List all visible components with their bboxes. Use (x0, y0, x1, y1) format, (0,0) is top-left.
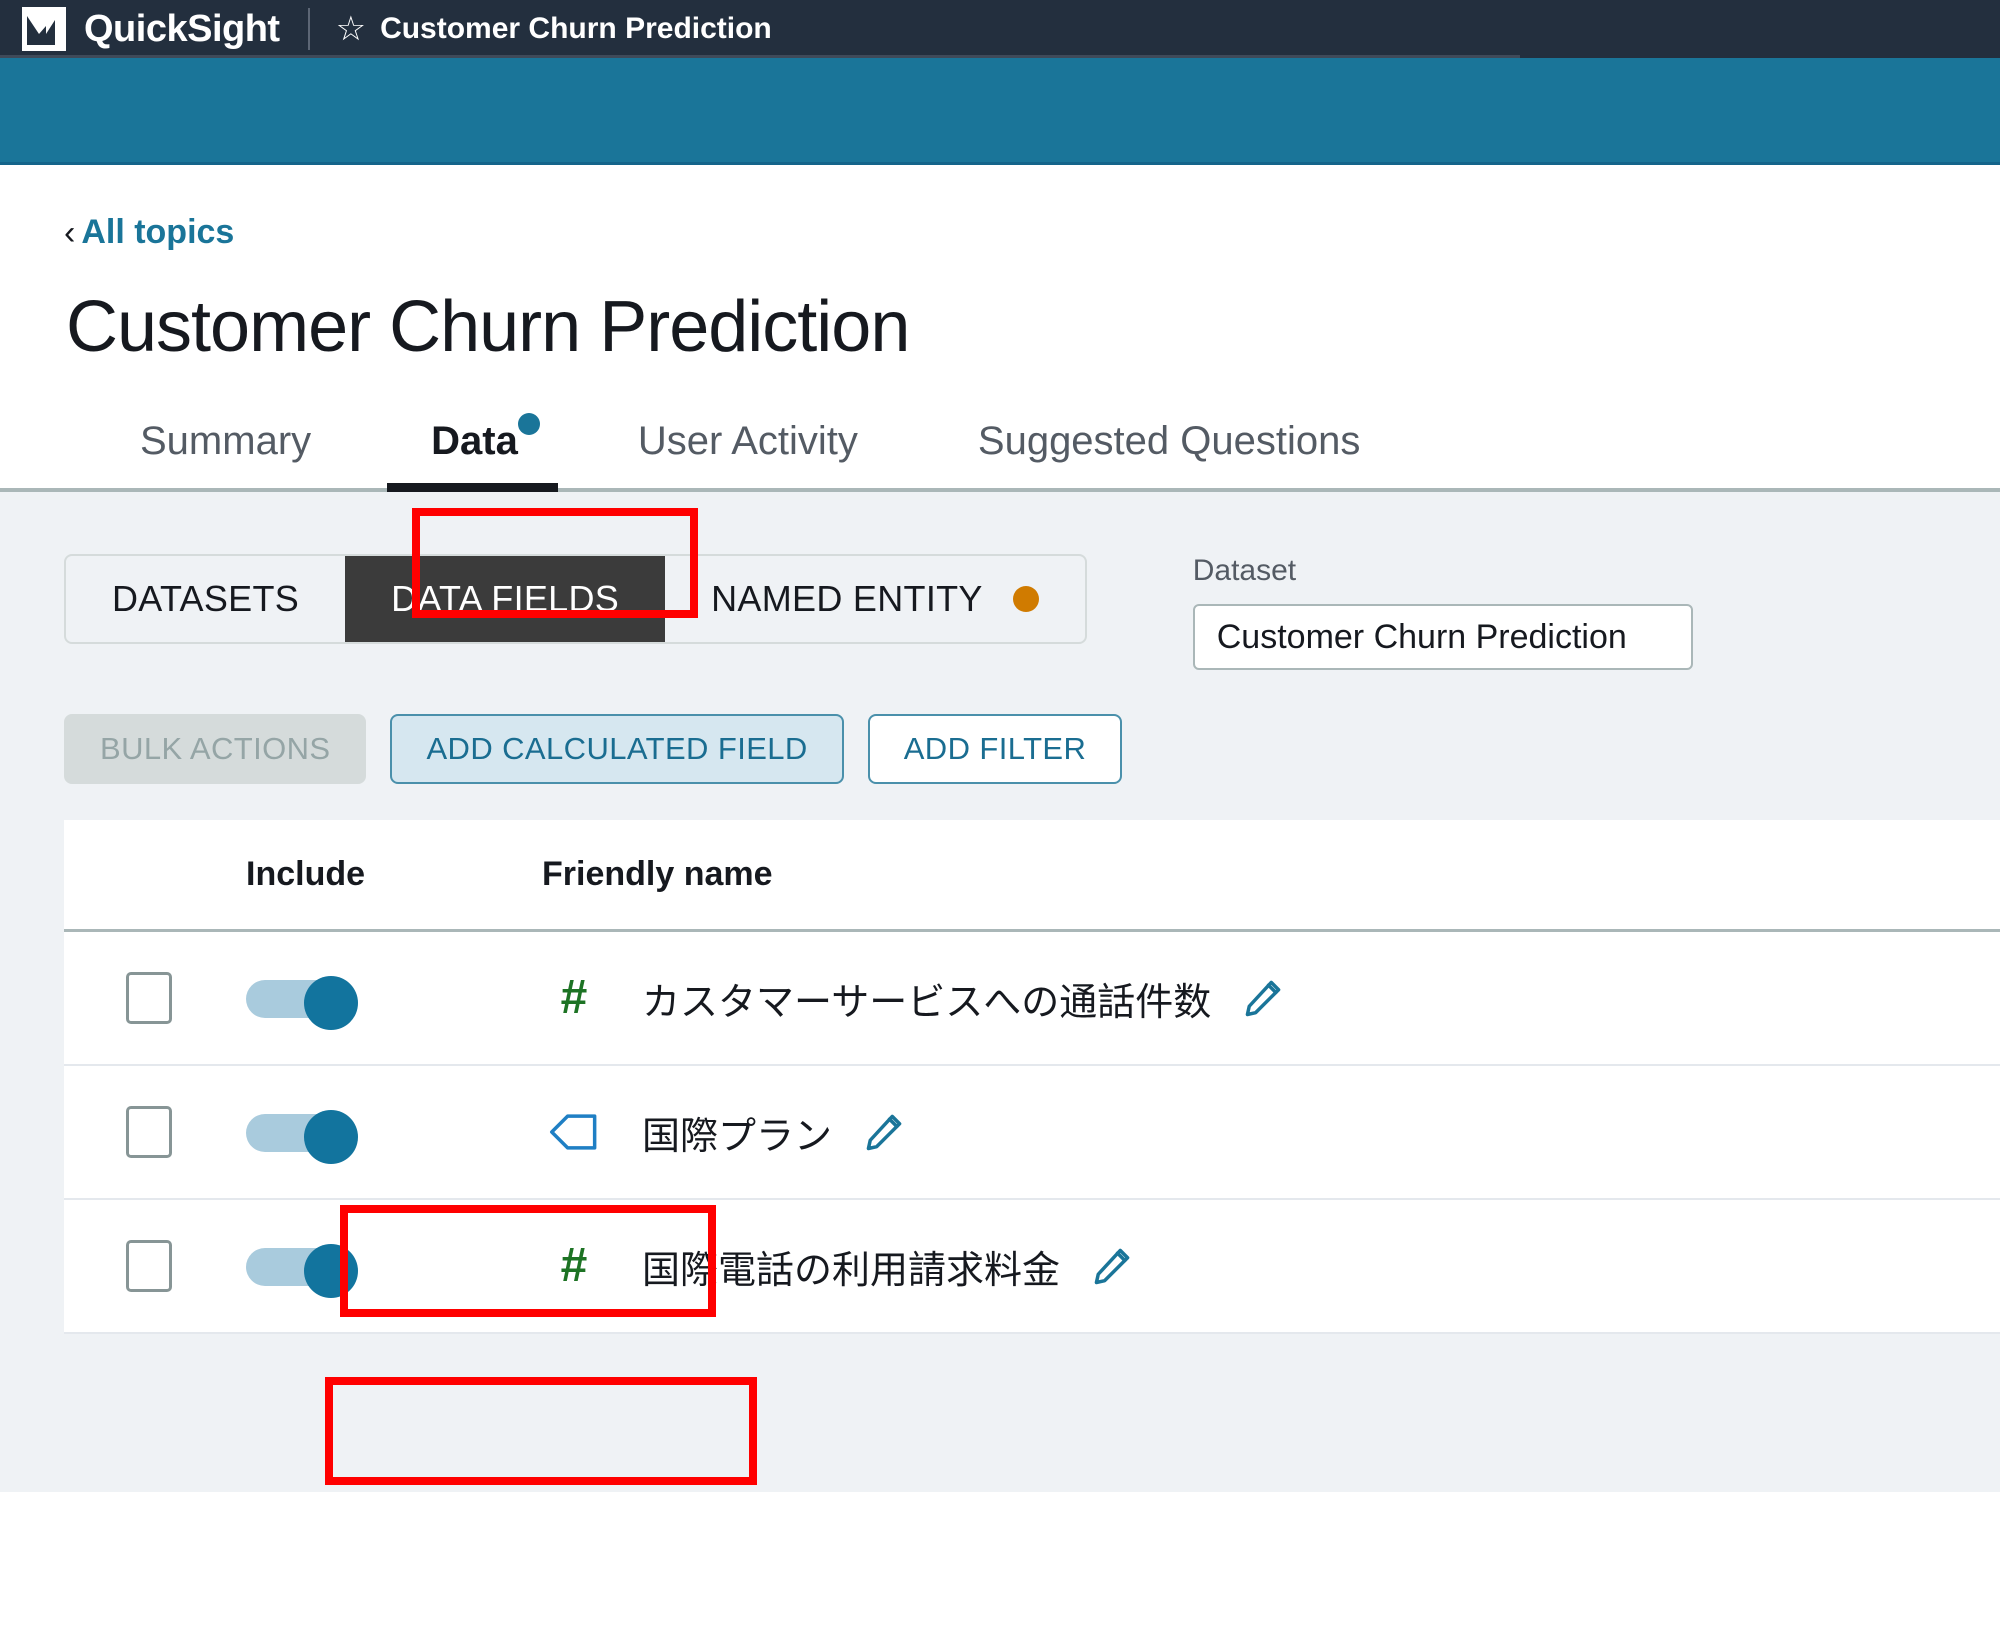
field-actions-row: BULK ACTIONS ADD CALCULATED FIELD ADD FI… (0, 670, 2000, 784)
tab-data[interactable]: Data (387, 413, 558, 492)
pencil-edit-icon[interactable] (1090, 1244, 1134, 1288)
row-select-checkbox[interactable] (126, 1240, 172, 1292)
hash-number-icon: # (560, 1239, 588, 1292)
row-checkbox-cell (64, 972, 234, 1024)
dataset-select-value: Customer Churn Prediction (1216, 617, 1627, 656)
appbar-divider (307, 8, 310, 50)
segment-data-fields-label: DATA FIELDS (391, 578, 620, 619)
table-header-row: Include Friendly name (64, 820, 2000, 932)
toggle-knob (304, 976, 358, 1030)
row-friendly-name-cell: 国際プラン (524, 1105, 2000, 1160)
header-friendly-name-cell: Friendly name (524, 855, 2000, 894)
hash-number-icon: # (560, 971, 588, 1024)
bulk-actions-button[interactable]: BULK ACTIONS (64, 714, 367, 784)
appbar-topic-title: Customer Churn Prediction (380, 12, 772, 45)
tab-user-activity-label: User Activity (637, 419, 858, 463)
tab-summary-label: Summary (140, 419, 312, 463)
row-friendly-name-label: 国際電話の利用請求料金 (642, 1249, 1061, 1292)
pencil-edit-icon[interactable] (1241, 976, 1285, 1020)
row-friendly-name-label: カスタマーサービスへの通話件数 (642, 981, 1212, 1024)
tag-dimension-icon (542, 1112, 606, 1152)
row-include-toggle[interactable] (246, 976, 358, 1030)
named-entity-warning-dot-icon (1012, 586, 1039, 612)
row-include-cell (234, 1110, 524, 1164)
data-view-segmented-control: DATASETS DATA FIELDS NAMED ENTITY (64, 554, 1087, 644)
row-include-cell (234, 1244, 524, 1298)
tab-suggested-questions-label: Suggested Questions (977, 419, 1361, 463)
quicksight-chart-logo-icon[interactable] (22, 7, 66, 51)
row-include-toggle[interactable] (246, 1110, 358, 1164)
segment-named-entity-label: NAMED ENTITY (711, 578, 983, 619)
pencil-edit-icon[interactable] (862, 1110, 906, 1154)
row-select-checkbox[interactable] (126, 1106, 172, 1158)
quicksight-wordmark[interactable]: QuickSight (84, 8, 280, 51)
tab-summary[interactable]: Summary (140, 419, 311, 488)
star-outline-icon[interactable]: ☆ (336, 12, 366, 46)
page-header: ‹ All topics Customer Churn Prediction S… (0, 165, 2000, 492)
chevron-left-icon: ‹ (64, 213, 76, 252)
add-filter-button[interactable]: ADD FILTER (867, 714, 1123, 784)
row-include-toggle[interactable] (246, 1244, 358, 1298)
row-friendly-name-cell: # 国際電話の利用請求料金 (524, 1239, 2000, 1294)
top-app-bar: QuickSight ☆ Customer Churn Prediction (0, 0, 2000, 58)
tab-user-activity[interactable]: User Activity (638, 419, 858, 488)
row-select-checkbox[interactable] (126, 972, 172, 1024)
page-title: Customer Churn Prediction (66, 287, 910, 367)
segment-data-fields[interactable]: DATA FIELDS (345, 556, 666, 642)
row-friendly-name-cell: # カスタマーサービスへの通話件数 (524, 971, 2000, 1026)
segment-datasets-label: DATASETS (112, 578, 300, 619)
dataset-selector-block: Dataset Customer Churn Prediction (1192, 554, 1693, 670)
tab-data-status-dot-icon (517, 413, 540, 435)
segment-named-entity[interactable]: NAMED ENTITY (665, 556, 1085, 642)
add-calculated-field-label: ADD CALCULATED FIELD (426, 731, 808, 766)
table-row: 国際プラン (64, 1066, 2000, 1200)
toolbar-row: DATASETS DATA FIELDS NAMED ENTITY Datase… (0, 492, 2000, 670)
data-fields-table: Include Friendly name # カスタマーサービスへの通話件数 … (64, 820, 2000, 1334)
segment-datasets[interactable]: DATASETS (66, 556, 345, 642)
header-include-label: Include (246, 855, 366, 893)
tab-data-label: Data (431, 419, 518, 463)
toggle-knob (304, 1244, 358, 1298)
table-row: # カスタマーサービスへの通話件数 (64, 932, 2000, 1066)
row-friendly-name-label: 国際プラン (642, 1115, 833, 1158)
topic-tabs: Summary Data User Activity Suggested Que… (0, 368, 2000, 492)
row-include-cell (234, 976, 524, 1030)
header-include-cell: Include (234, 855, 524, 894)
row-checkbox-cell (64, 1240, 234, 1292)
dataset-field-label: Dataset (1192, 554, 1297, 587)
bulk-actions-label: BULK ACTIONS (100, 731, 331, 766)
appbar-bottom-rule (0, 55, 1520, 58)
add-calculated-field-button[interactable]: ADD CALCULATED FIELD (390, 714, 844, 784)
tab-suggested-questions[interactable]: Suggested Questions (978, 419, 1360, 488)
data-tab-content: DATASETS DATA FIELDS NAMED ENTITY Datase… (0, 492, 2000, 1492)
add-filter-label: ADD FILTER (903, 731, 1087, 766)
annotation-box-add-calculated-field (325, 1377, 757, 1485)
header-friendly-name-label: Friendly name (542, 855, 773, 893)
breadcrumb-label: All topics (81, 213, 235, 251)
table-row: # 国際電話の利用請求料金 (64, 1200, 2000, 1334)
dataset-select[interactable]: Customer Churn Prediction (1192, 604, 1693, 670)
row-checkbox-cell (64, 1106, 234, 1158)
teal-banner (0, 58, 2000, 165)
breadcrumb-all-topics[interactable]: ‹ All topics (0, 165, 234, 252)
toggle-knob (304, 1110, 358, 1164)
